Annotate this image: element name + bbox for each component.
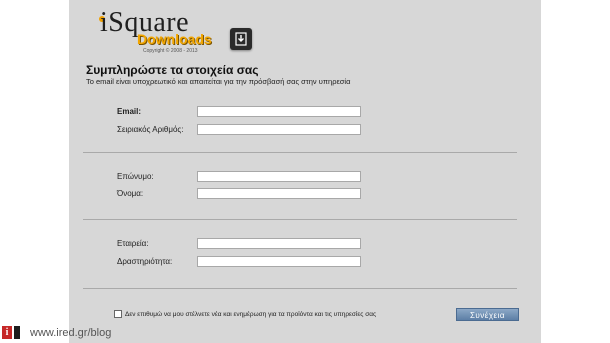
serial-label: Σειριακός Αριθμός: (117, 125, 184, 134)
optout-checkbox[interactable] (114, 310, 122, 318)
logo-downloads: Downloads (137, 31, 212, 47)
lastname-field[interactable] (197, 171, 361, 182)
continue-button[interactable]: Συνέχεια (456, 308, 519, 321)
email-label: Email: (117, 107, 142, 116)
serial-row: Σειριακός Αριθμός: (0, 124, 610, 138)
divider (83, 288, 517, 289)
activity-label: Δραστηριότητα: (117, 257, 173, 266)
divider (83, 219, 517, 220)
watermark: i www.ired.gr/blog (0, 324, 160, 343)
form-subtitle: Το email είναι υποχρεωτικό και απαιτείτα… (86, 77, 351, 86)
lastname-label: Επώνυμο: (117, 172, 154, 181)
optout-label: Δεν επιθυμώ να μου στέλνετε νέα και ενημ… (125, 310, 377, 318)
logo-copyright: Copyright © 2008 - 2013 (143, 48, 198, 54)
activity-field[interactable] (197, 256, 361, 267)
ired-logo-icon: i (2, 326, 12, 339)
firstname-row: Όνομα: (0, 188, 610, 202)
email-row: Email: (0, 106, 610, 120)
firstname-label: Όνομα: (117, 189, 144, 198)
company-row: Εταιρεία: (0, 238, 610, 252)
watermark-url: www.ired.gr/blog (30, 327, 112, 339)
email-field[interactable] (197, 106, 361, 117)
lastname-row: Επώνυμο: (0, 171, 610, 185)
serial-number-field[interactable] (197, 124, 361, 135)
company-label: Εταιρεία: (117, 239, 149, 248)
download-icon (230, 28, 252, 50)
activity-row: Δραστηριότητα: (0, 256, 610, 270)
newsletter-optout[interactable]: Δεν επιθυμώ να μου στέλνετε νέα και ενημ… (114, 310, 376, 318)
divider (83, 152, 517, 153)
form-title: Συμπληρώστε τα στοιχεία σας (86, 63, 259, 77)
ired-logo-bar (14, 326, 20, 339)
company-field[interactable] (197, 238, 361, 249)
firstname-field[interactable] (197, 188, 361, 199)
isquare-logo: iSquare Downloads Copyright © 2008 - 201… (97, 6, 267, 56)
